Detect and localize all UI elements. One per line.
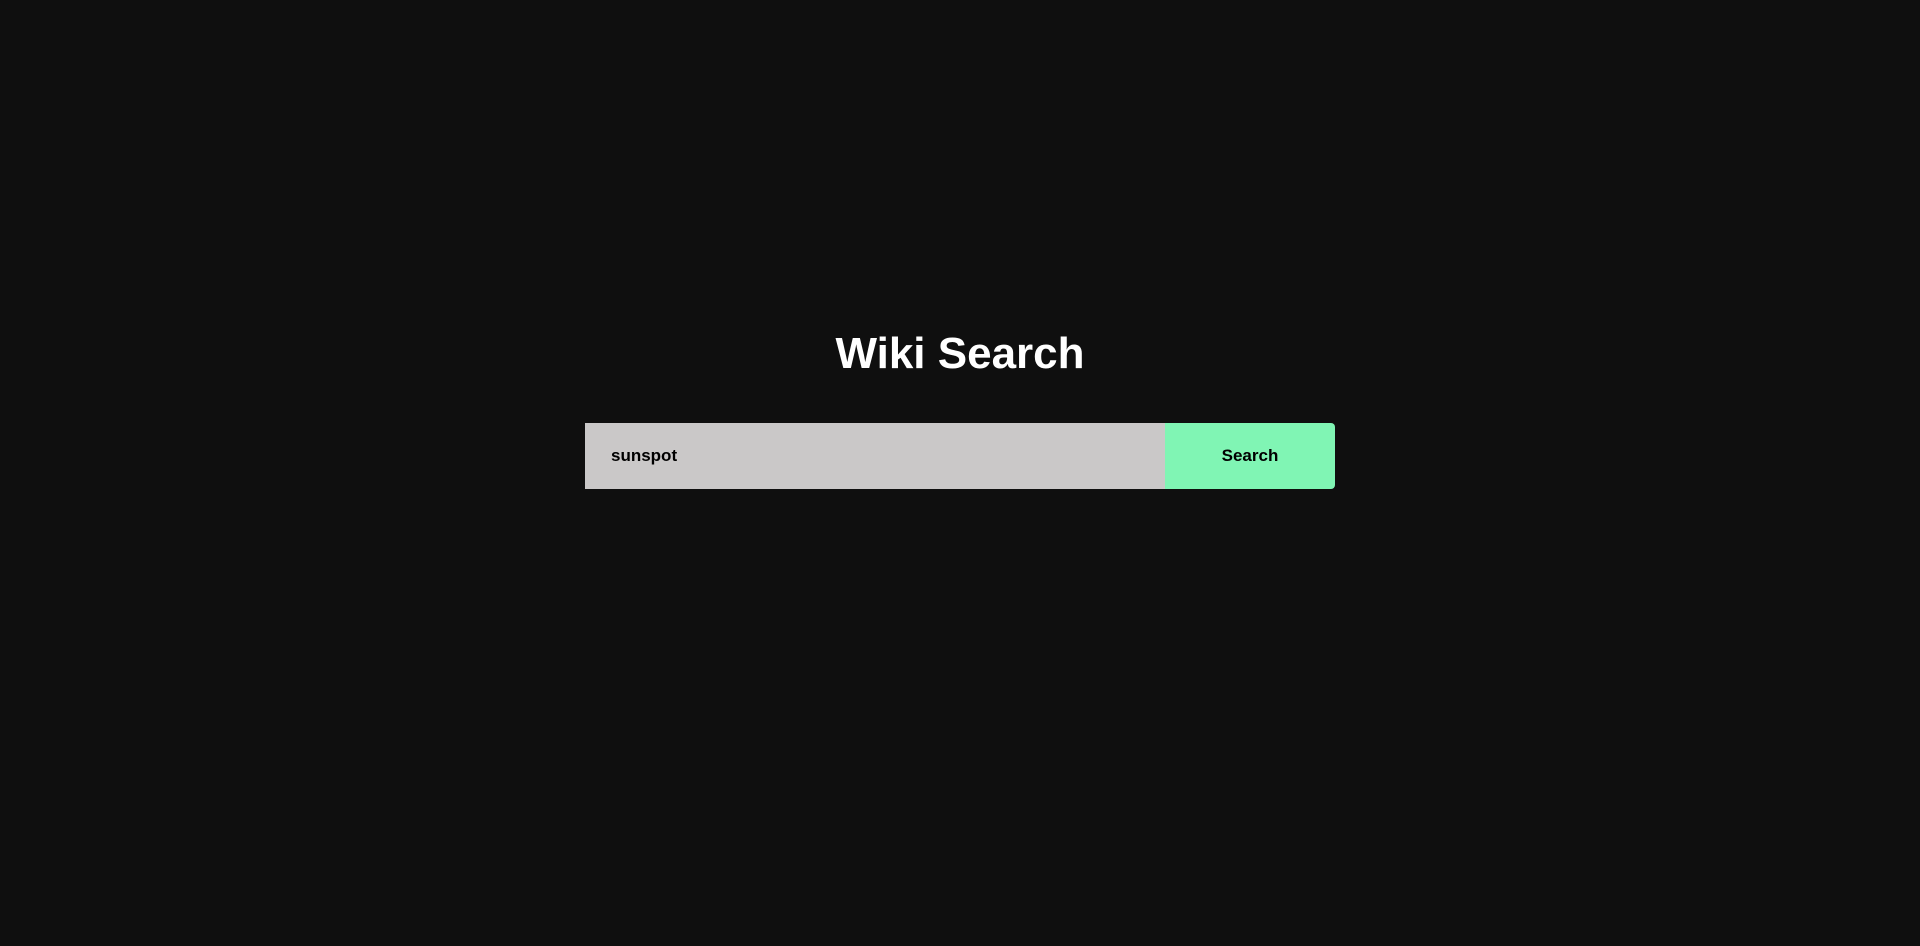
search-form: Search <box>585 423 1335 489</box>
search-input[interactable] <box>585 423 1165 489</box>
page-title: Wiki Search <box>835 329 1085 378</box>
search-button[interactable]: Search <box>1165 423 1335 489</box>
